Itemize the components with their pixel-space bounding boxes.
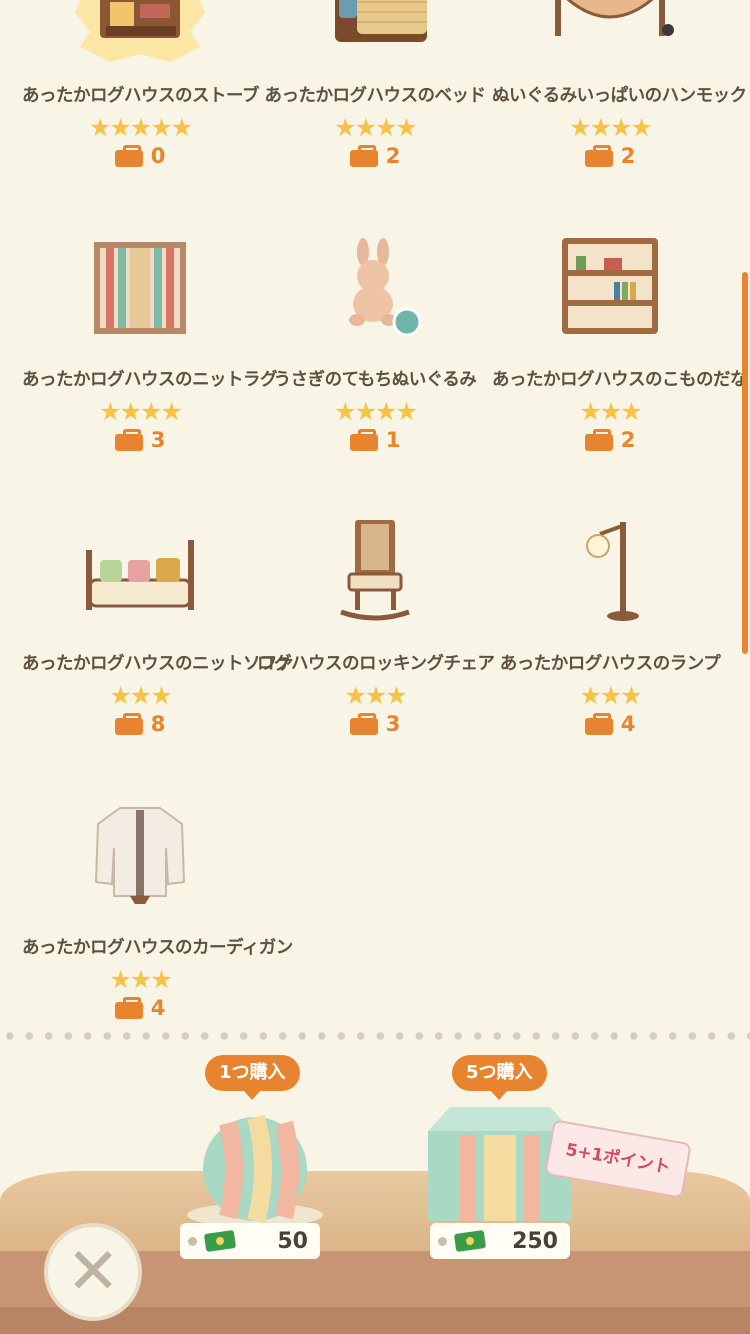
owned-count: 8 [22, 712, 258, 736]
bag-icon [114, 713, 143, 735]
lamp-thumbnail [540, 520, 680, 630]
buy-one-label: 1つ購入 [205, 1055, 300, 1100]
item-name: あったかログハウスのニットラグ [22, 370, 278, 390]
owned-count: 1 [257, 428, 493, 452]
rarity-stars: ★★★ [579, 681, 642, 710]
owned-count: 2 [492, 428, 728, 452]
rarity-stars: ★★★ [579, 397, 642, 426]
close-button[interactable]: ✕ [44, 1223, 142, 1321]
owned-count: 4 [22, 996, 258, 1020]
item-name: うさぎのてもちぬいぐるみ [273, 370, 477, 390]
rug-thumbnail [70, 240, 210, 350]
owned-count: 2 [492, 144, 728, 168]
item-name: ログハウスのロッキングチェア [257, 654, 495, 674]
sofa-thumbnail [70, 520, 210, 630]
cash-icon [453, 1230, 487, 1252]
item-name: あったかログハウスのこものだな [492, 370, 748, 390]
rarity-stars: ★★★★ [334, 113, 418, 142]
cash-icon [203, 1230, 237, 1252]
rarity-stars: ★★★★ [334, 397, 418, 426]
rarity-stars: ★★★ [109, 965, 172, 994]
item-name: あったかログハウスのベッド [264, 86, 487, 106]
coin-dot-icon [438, 1236, 447, 1246]
rarity-stars: ★★★ [109, 681, 172, 710]
cardigan-thumbnail [70, 804, 210, 914]
owned-count: 0 [22, 144, 258, 168]
item-name: あったかログハウスのストーブ [22, 86, 259, 106]
bag-icon [114, 997, 143, 1019]
item-name: あったかログハウスのカーディガン [22, 938, 293, 958]
coin-dot-icon [188, 1236, 197, 1246]
item-name: あったかログハウスのニットソファ [22, 654, 295, 674]
bag-icon [349, 713, 378, 735]
bag-icon [584, 145, 613, 167]
purchase-footer: 1つ購入 50 5つ購入 5+1ポイント 250 ✕ [0, 1041, 750, 1334]
rarity-stars: ★★★★★ [88, 113, 193, 142]
shelf-thumbnail [540, 238, 680, 348]
owned-count: 3 [22, 428, 258, 452]
bag-icon [114, 145, 143, 167]
item-grid: あったかログハウスのストーブ ★★★★★ 0 あったかログハウスのベッド ★★★… [0, 0, 750, 1030]
bunny-plush-thumbnail [305, 238, 445, 348]
bag-icon [584, 713, 613, 735]
bag-icon [584, 429, 613, 451]
bag-icon [349, 145, 378, 167]
rarity-stars: ★★★★ [569, 113, 653, 142]
buy-five-label: 5つ購入 [452, 1055, 547, 1100]
bag-icon [114, 429, 143, 451]
yarn-ball-icon [180, 1107, 330, 1227]
rarity-stars: ★★★ [344, 681, 407, 710]
rocking-chair-thumbnail [305, 520, 445, 630]
owned-count: 3 [257, 712, 493, 736]
owned-count: 4 [492, 712, 728, 736]
buy-five-price: 250 [430, 1223, 570, 1259]
item-name: ぬいぐるみいっぱいのハンモック [492, 86, 747, 106]
scrollbar[interactable] [742, 272, 748, 654]
rarity-stars: ★★★★ [99, 397, 183, 426]
dotted-divider [0, 1031, 750, 1041]
buy-one-price: 50 [180, 1223, 320, 1259]
bag-icon [349, 429, 378, 451]
item-name: あったかログハウスのランプ [499, 654, 721, 674]
owned-count: 2 [257, 144, 493, 168]
